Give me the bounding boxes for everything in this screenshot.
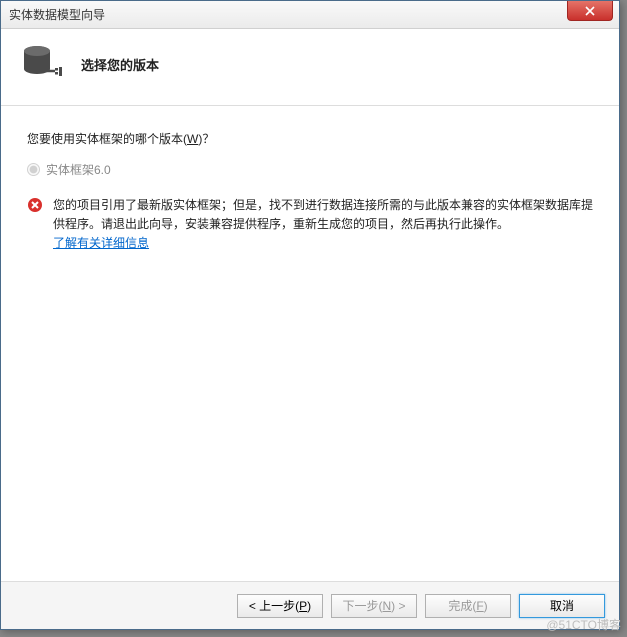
error-message: 您的项目引用了最新版实体框架；但是，找不到进行数据连接所需的与此版本兼容的实体框… — [53, 198, 593, 231]
button-bar: < 上一步(P) 下一步(N) > 完成(F) 取消 — [1, 581, 619, 629]
window-title: 实体数据模型向导 — [9, 6, 105, 23]
wizard-content: 您要使用实体框架的哪个版本(W)？ 实体框架6.0 您的项目引用了最新版实体框架… — [1, 106, 619, 278]
cancel-button[interactable]: 取消 — [519, 594, 605, 618]
header-title: 选择您的版本 — [81, 55, 159, 74]
next-button: 下一步(N) > — [331, 594, 417, 618]
error-icon — [27, 197, 43, 213]
option-ef6-radio[interactable] — [27, 163, 40, 176]
database-icon — [21, 43, 63, 85]
finish-button: 完成(F) — [425, 594, 511, 618]
option-ef6[interactable]: 实体框架6.0 — [27, 161, 593, 178]
prompt-label: 您要使用实体框架的哪个版本(W)？ — [27, 130, 593, 147]
close-button[interactable] — [567, 1, 613, 21]
titlebar-controls — [567, 1, 619, 28]
error-link[interactable]: 了解有关详细信息 — [53, 236, 149, 250]
close-icon — [585, 6, 595, 16]
titlebar: 实体数据模型向导 — [1, 1, 619, 29]
option-ef6-label: 实体框架6.0 — [46, 161, 111, 178]
wizard-window: 实体数据模型向导 选择您的版本 您要使用实体框架的哪个版本(W — [0, 0, 620, 630]
wizard-header: 选择您的版本 — [1, 29, 619, 106]
back-button[interactable]: < 上一步(P) — [237, 594, 323, 618]
error-text: 您的项目引用了最新版实体框架；但是，找不到进行数据连接所需的与此版本兼容的实体框… — [53, 196, 593, 254]
error-panel: 您的项目引用了最新版实体框架；但是，找不到进行数据连接所需的与此版本兼容的实体框… — [27, 196, 593, 254]
